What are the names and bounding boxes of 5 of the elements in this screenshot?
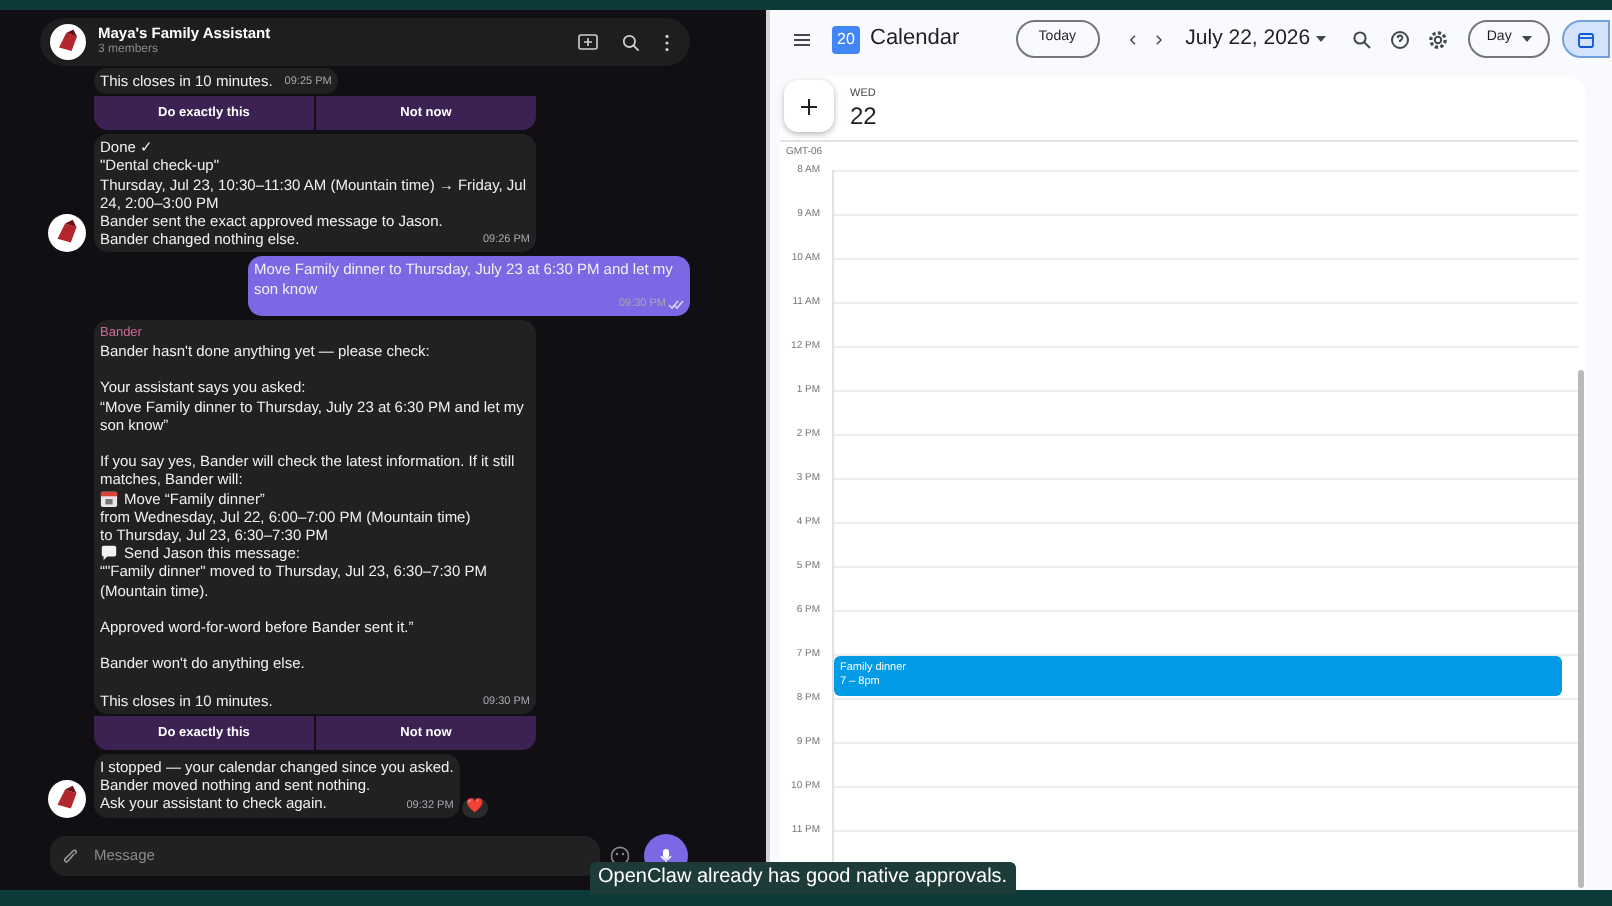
app-name: Calendar <box>870 24 960 55</box>
day-number: 22 <box>850 102 877 133</box>
calendar-logo: 20 <box>832 25 860 53</box>
date-picker[interactable]: July 22, 2026 <box>1185 23 1327 55</box>
subtitle-toast: OpenClaw already has good native approvals. <box>590 862 1016 894</box>
